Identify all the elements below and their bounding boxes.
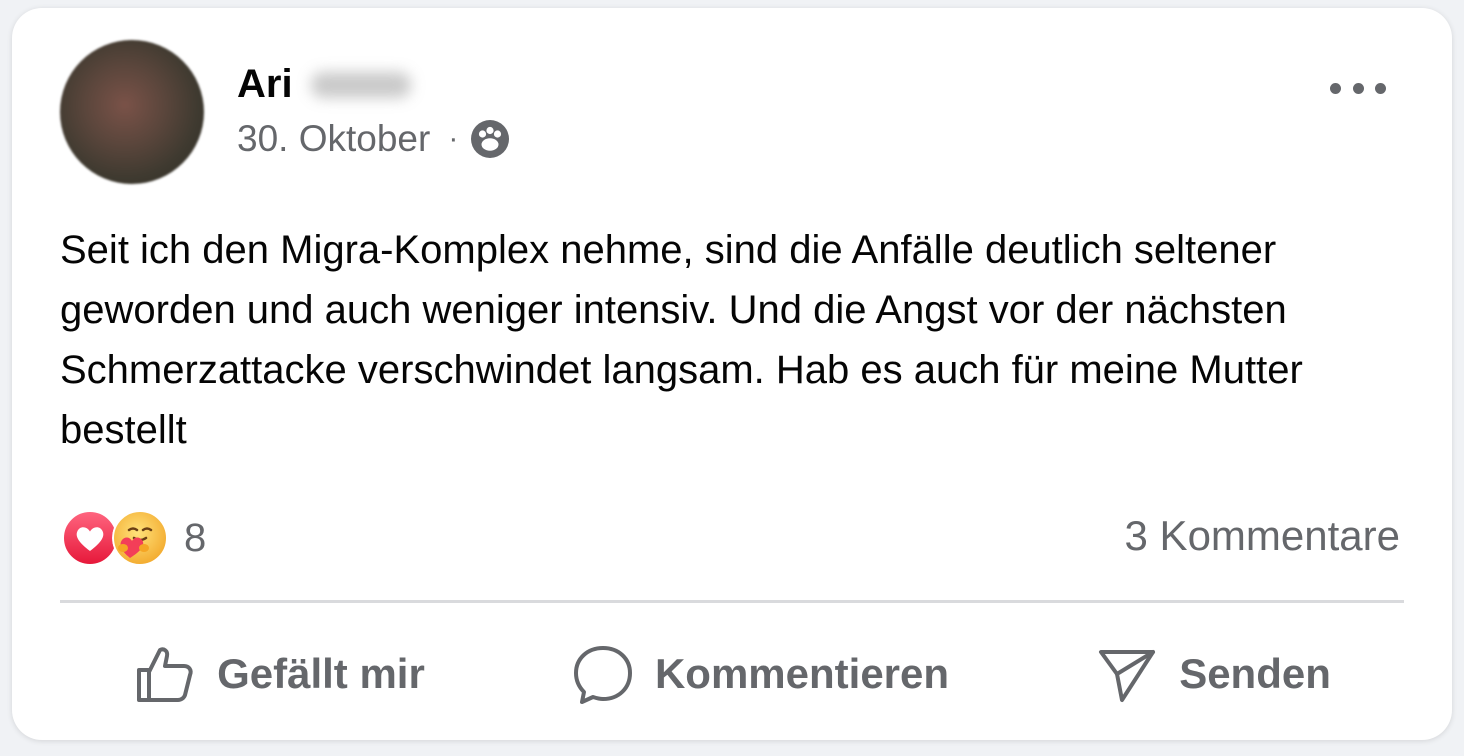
more-options-button[interactable] bbox=[1330, 68, 1386, 108]
like-button[interactable]: Gefällt mir bbox=[133, 642, 425, 706]
love-reaction-icon bbox=[62, 510, 118, 566]
comment-label: Kommentieren bbox=[654, 650, 950, 697]
reaction-count: 8 bbox=[184, 515, 207, 560]
send-icon bbox=[1099, 650, 1156, 702]
more-dot bbox=[1352, 82, 1364, 94]
comment-bubble-icon bbox=[573, 646, 632, 704]
post-meta: 30. Oktober · bbox=[237, 118, 510, 160]
care-reaction-icon bbox=[112, 510, 168, 566]
author-last-name-redacted bbox=[310, 71, 411, 98]
author-first-name[interactable]: Ari bbox=[237, 62, 293, 107]
post-actions: Gefällt mir Kommentieren Senden bbox=[60, 628, 1404, 720]
more-dot bbox=[1375, 82, 1386, 94]
send-button[interactable]: Senden bbox=[1095, 642, 1331, 706]
post-card: Ari 30. Oktober · Seit ich den Migra-Kom… bbox=[12, 8, 1452, 740]
post-text: Seit ich den Migra-Komplex nehme, sind d… bbox=[60, 228, 1303, 452]
reactions-summary[interactable]: 8 bbox=[62, 508, 206, 568]
thumbs-up-icon bbox=[137, 647, 193, 702]
avatar[interactable] bbox=[60, 40, 204, 184]
like-label: Gefällt mir bbox=[217, 650, 425, 697]
meta-separator: · bbox=[448, 122, 459, 155]
divider bbox=[60, 600, 1404, 603]
friends-icon[interactable] bbox=[470, 119, 510, 159]
comments-count-link[interactable]: 3 Kommentare bbox=[1125, 512, 1400, 560]
more-dot bbox=[1330, 82, 1341, 94]
send-label: Senden bbox=[1179, 650, 1331, 697]
comment-button[interactable]: Kommentieren bbox=[571, 642, 949, 706]
post-date[interactable]: 30. Oktober bbox=[237, 118, 430, 160]
author-name[interactable]: Ari bbox=[237, 62, 411, 107]
